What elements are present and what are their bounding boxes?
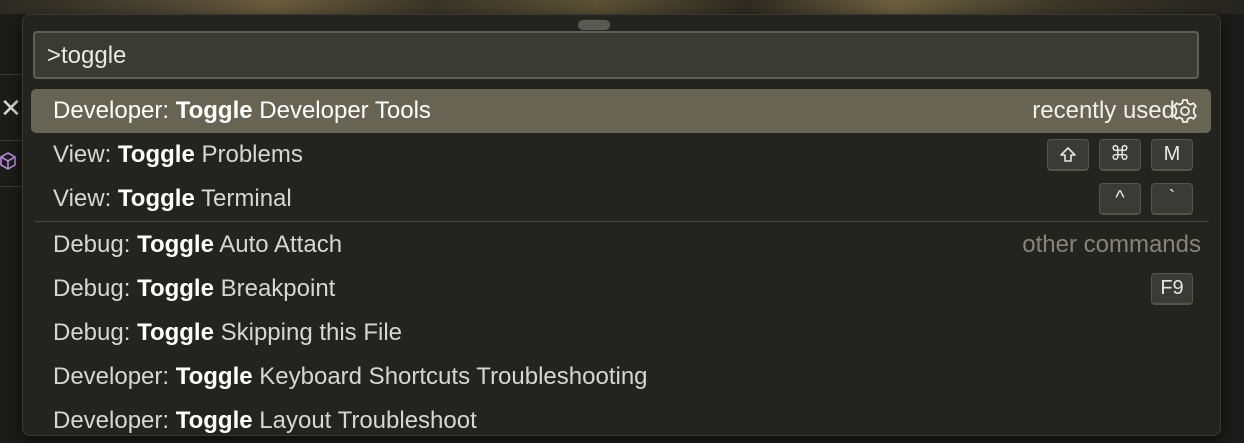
divider <box>0 74 22 75</box>
command-item-toggle-problems[interactable]: View: Toggle Problems ⌘ M <box>31 133 1211 177</box>
command-palette: Developer: Toggle Developer Tools recent… <box>22 14 1221 436</box>
command-label: View: Toggle Problems <box>53 141 303 168</box>
command-label: View: Toggle Terminal <box>53 185 292 212</box>
command-input-box[interactable] <box>33 31 1199 79</box>
command-label: Debug: Toggle Breakpoint <box>53 275 336 302</box>
divider <box>0 140 22 141</box>
command-item-toggle-developer-tools[interactable]: Developer: Toggle Developer Tools recent… <box>31 89 1211 133</box>
command-item-toggle-keyboard-troubleshooting[interactable]: Developer: Toggle Keyboard Shortcuts Tro… <box>31 355 1211 399</box>
command-label: Developer: Toggle Keyboard Shortcuts Tro… <box>53 363 648 390</box>
shift-key-icon <box>1047 139 1089 171</box>
key-m: M <box>1151 139 1193 171</box>
divider <box>0 186 22 187</box>
background-image-strip <box>0 0 1244 14</box>
cube-icon <box>0 151 16 173</box>
keybinding: F9 <box>1151 273 1193 305</box>
keybinding: ^ ` <box>1099 183 1193 215</box>
command-input[interactable] <box>47 42 1147 70</box>
key-backtick: ` <box>1151 183 1193 215</box>
command-item-toggle-breakpoint[interactable]: Debug: Toggle Breakpoint F9 <box>31 267 1211 311</box>
key-f9: F9 <box>1151 273 1193 305</box>
key-cmd: ⌘ <box>1099 139 1141 171</box>
gear-icon[interactable] <box>1171 97 1199 125</box>
keybinding: ⌘ M <box>1047 139 1193 171</box>
key-ctrl: ^ <box>1099 183 1141 215</box>
command-item-toggle-skipping-file[interactable]: Debug: Toggle Skipping this File <box>31 311 1211 355</box>
recently-used-label: recently used <box>1032 97 1175 124</box>
command-label: Debug: Toggle Skipping this File <box>53 319 403 346</box>
command-item-toggle-auto-attach[interactable]: Debug: Toggle Auto Attach other commands <box>31 223 1211 267</box>
separator <box>35 221 1209 222</box>
close-icon[interactable]: ✕ <box>0 95 22 121</box>
command-label: Developer: Toggle Layout Troubleshoot <box>53 407 477 434</box>
command-label: Developer: Toggle Developer Tools <box>53 97 431 124</box>
command-item-toggle-layout-troubleshoot[interactable]: Developer: Toggle Layout Troubleshoot <box>31 399 1211 443</box>
command-item-toggle-terminal[interactable]: View: Toggle Terminal ^ ` <box>31 177 1211 221</box>
command-label: Debug: Toggle Auto Attach <box>53 231 343 258</box>
other-commands-label: other commands <box>1022 231 1201 258</box>
drag-handle[interactable] <box>577 19 611 31</box>
